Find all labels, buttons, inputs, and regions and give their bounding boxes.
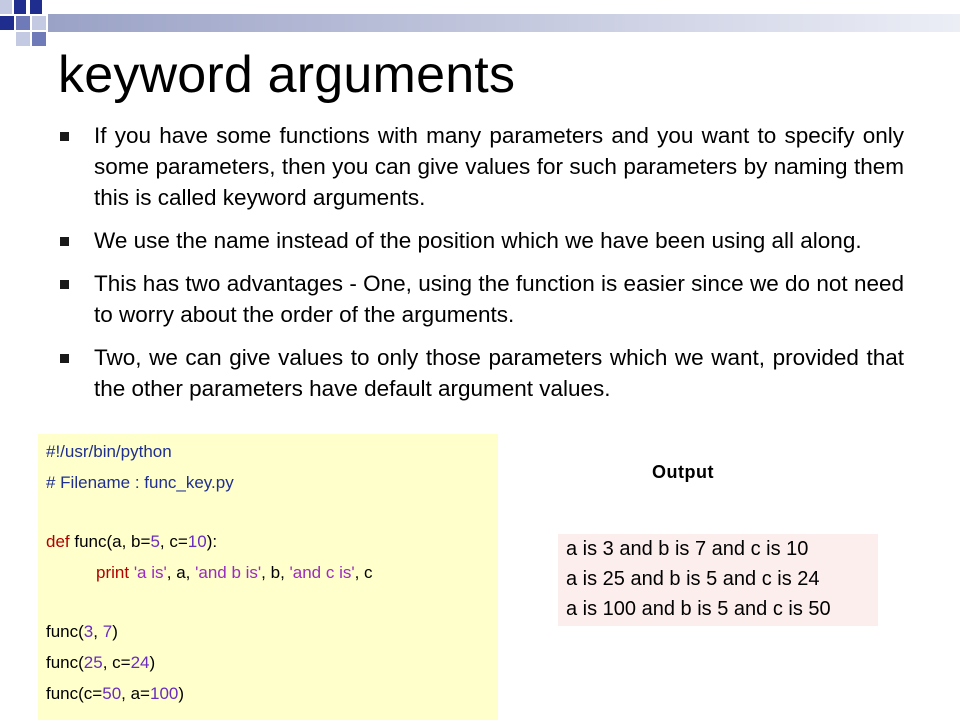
code-call3-mid: , a= bbox=[121, 684, 150, 703]
code-def-b-default: 5 bbox=[150, 532, 160, 551]
code-print-b: , b, bbox=[261, 563, 290, 582]
bullet-list: If you have some functions with many par… bbox=[58, 120, 904, 416]
code-def-mid: , c= bbox=[159, 532, 188, 551]
code-shebang: #!/usr/bin/python bbox=[46, 442, 172, 461]
code-call1-b: 7 bbox=[102, 622, 113, 641]
code-call3-a: 100 bbox=[150, 684, 179, 703]
code-call3-pre: func(c= bbox=[46, 684, 103, 703]
code-call1-a: 3 bbox=[83, 622, 94, 641]
bullet-square-icon bbox=[60, 132, 69, 141]
code-def-keyword: def bbox=[46, 532, 70, 551]
code-line-def: def func(a, b=5, c=10): bbox=[46, 526, 217, 558]
code-call1-pre: func( bbox=[46, 622, 84, 641]
bullet-item: If you have some functions with many par… bbox=[58, 120, 904, 213]
bullet-square-icon bbox=[60, 280, 69, 289]
code-call2-end: ) bbox=[149, 653, 156, 672]
bullet-text: Two, we can give values to only those pa… bbox=[94, 345, 904, 401]
output-line: a is 3 and b is 7 and c is 10 bbox=[566, 538, 809, 560]
slide-title: keyword arguments bbox=[58, 46, 516, 104]
deco-square-5 bbox=[16, 16, 30, 30]
deco-square-3 bbox=[30, 0, 42, 14]
code-call2-c: 24 bbox=[130, 653, 150, 672]
code-call3-c: 50 bbox=[102, 684, 122, 703]
code-print-string-3: 'and c is' bbox=[289, 563, 355, 582]
code-print-c: , c bbox=[354, 563, 373, 582]
header-bar bbox=[48, 14, 960, 32]
bullet-text: We use the name instead of the position … bbox=[94, 228, 862, 253]
bullet-item: This has two advantages - One, using the… bbox=[58, 268, 904, 330]
deco-square-2 bbox=[14, 0, 26, 14]
bullet-item: Two, we can give values to only those pa… bbox=[58, 342, 904, 404]
code-print-string-1: 'a is' bbox=[133, 563, 167, 582]
deco-square-1 bbox=[0, 0, 12, 14]
output-block: a is 3 and b is 7 and c is 10 a is 25 an… bbox=[558, 534, 878, 626]
code-call1-mid: , bbox=[93, 622, 103, 641]
bullet-square-icon bbox=[60, 237, 69, 246]
output-line: a is 100 and b is 5 and c is 50 bbox=[566, 598, 831, 620]
code-call1-end: ) bbox=[112, 622, 118, 641]
code-call3-end: ) bbox=[178, 684, 185, 703]
code-line-call-1: func(3, 7) bbox=[46, 616, 118, 648]
code-def-c-default: 10 bbox=[187, 532, 207, 551]
bullet-text: If you have some functions with many par… bbox=[94, 123, 904, 210]
bullet-item: We use the name instead of the position … bbox=[58, 225, 904, 256]
bullet-text: This has two advantages - One, using the… bbox=[94, 271, 904, 327]
code-call2-a: 25 bbox=[83, 653, 103, 672]
code-print-string-2: 'and b is' bbox=[195, 563, 262, 582]
code-line-call-3: func(c=50, a=100) bbox=[46, 678, 184, 710]
code-call2-mid: , c= bbox=[102, 653, 131, 672]
bullet-square-icon bbox=[60, 354, 69, 363]
code-block: #!/usr/bin/python # Filename : func_key.… bbox=[38, 434, 498, 720]
deco-square-7 bbox=[16, 32, 30, 46]
code-print-a: , a, bbox=[166, 563, 196, 582]
deco-square-6 bbox=[32, 16, 46, 30]
code-line-shebang: #!/usr/bin/python bbox=[46, 436, 172, 468]
code-filename-comment: # Filename : func_key.py bbox=[46, 473, 234, 492]
code-line-call-2: func(25, c=24) bbox=[46, 647, 155, 679]
code-print-keyword: print bbox=[96, 563, 130, 582]
code-line-print: print 'a is', a, 'and b is', b, 'and c i… bbox=[96, 557, 373, 589]
code-def-name: func(a, b= bbox=[69, 532, 151, 551]
output-line: a is 25 and b is 5 and c is 24 bbox=[566, 568, 820, 590]
deco-square-8 bbox=[32, 32, 46, 46]
output-label: Output bbox=[652, 462, 714, 482]
code-line-filename: # Filename : func_key.py bbox=[46, 467, 234, 499]
deco-square-4 bbox=[0, 16, 14, 30]
code-call2-pre: func( bbox=[46, 653, 84, 672]
code-def-end: ): bbox=[206, 532, 218, 551]
